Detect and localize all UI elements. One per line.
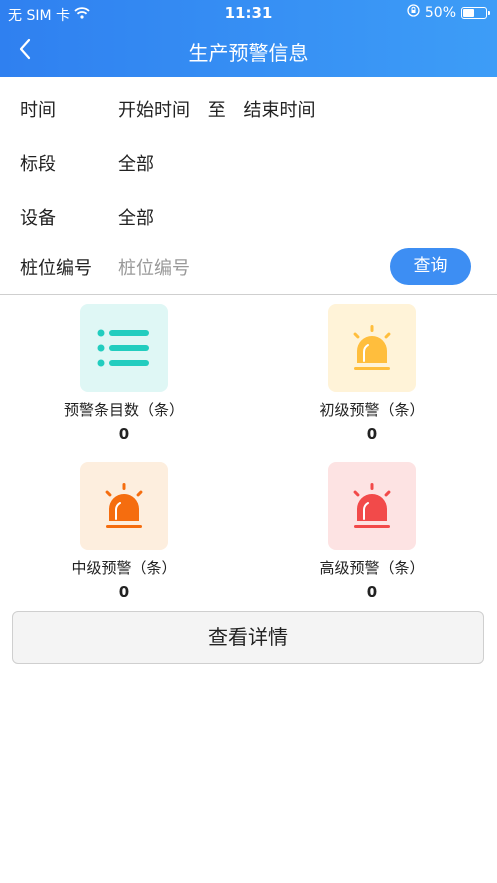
alarm-icon	[353, 483, 391, 528]
stat-label: 预警条目数（条）	[63, 401, 184, 419]
stat-count: 0	[366, 583, 378, 601]
header: 无 SIM 卡 11:31 50% 生产预警信息	[0, 0, 497, 77]
view-details-button[interactable]: 查看详情	[12, 611, 484, 664]
time-label: 时间	[20, 100, 56, 121]
page-title: 生产预警信息	[188, 41, 309, 65]
stat-label: 初级预警（条）	[319, 401, 425, 419]
stat-total[interactable]: 预警条目数（条） 0	[24, 304, 224, 449]
battery-percent: 50%	[424, 4, 456, 21]
stat-tile	[80, 304, 168, 392]
time-range: 开始时间 至 结束时间	[118, 96, 315, 122]
device-label: 设备	[20, 208, 56, 229]
pile-label: 桩位编号	[20, 258, 92, 279]
stat-tile	[328, 304, 416, 392]
stat-label: 高级预警（条）	[319, 559, 425, 577]
battery-icon	[461, 6, 490, 19]
to-text: 至	[207, 100, 226, 121]
stat-label: 中级预警（条）	[71, 559, 177, 577]
section-label: 标段	[20, 154, 56, 175]
query-button[interactable]: 查询	[390, 248, 471, 285]
stat-medium[interactable]: 中级预警（条） 0	[24, 462, 224, 607]
device-row[interactable]: 设备 全部	[0, 196, 497, 236]
stat-count: 0	[366, 425, 378, 443]
time-row: 时间 开始时间 至 结束时间	[0, 88, 497, 128]
divider	[0, 294, 497, 295]
section-row[interactable]: 标段 全部	[0, 142, 497, 182]
battery-level	[463, 8, 474, 17]
status-right: 50%	[407, 4, 490, 21]
stat-tile	[80, 462, 168, 550]
stat-primary[interactable]: 初级预警（条） 0	[272, 304, 472, 449]
device-select[interactable]: 全部	[118, 204, 154, 230]
orientation-lock-icon	[407, 4, 420, 21]
stat-count: 0	[118, 583, 130, 601]
alarm-icon	[353, 325, 391, 370]
start-time-picker[interactable]: 开始时间	[118, 96, 190, 122]
section-select[interactable]: 全部	[118, 150, 154, 176]
status-bar: 无 SIM 卡 11:31 50%	[0, 0, 497, 26]
stat-tile	[328, 462, 416, 550]
stat-count: 0	[118, 425, 130, 443]
end-time-picker[interactable]: 结束时间	[243, 96, 315, 122]
stat-high[interactable]: 高级预警（条） 0	[272, 462, 472, 607]
list-icon	[97, 329, 149, 367]
pile-number-input[interactable]: 桩位编号	[118, 254, 190, 280]
alarm-icon	[105, 483, 143, 528]
